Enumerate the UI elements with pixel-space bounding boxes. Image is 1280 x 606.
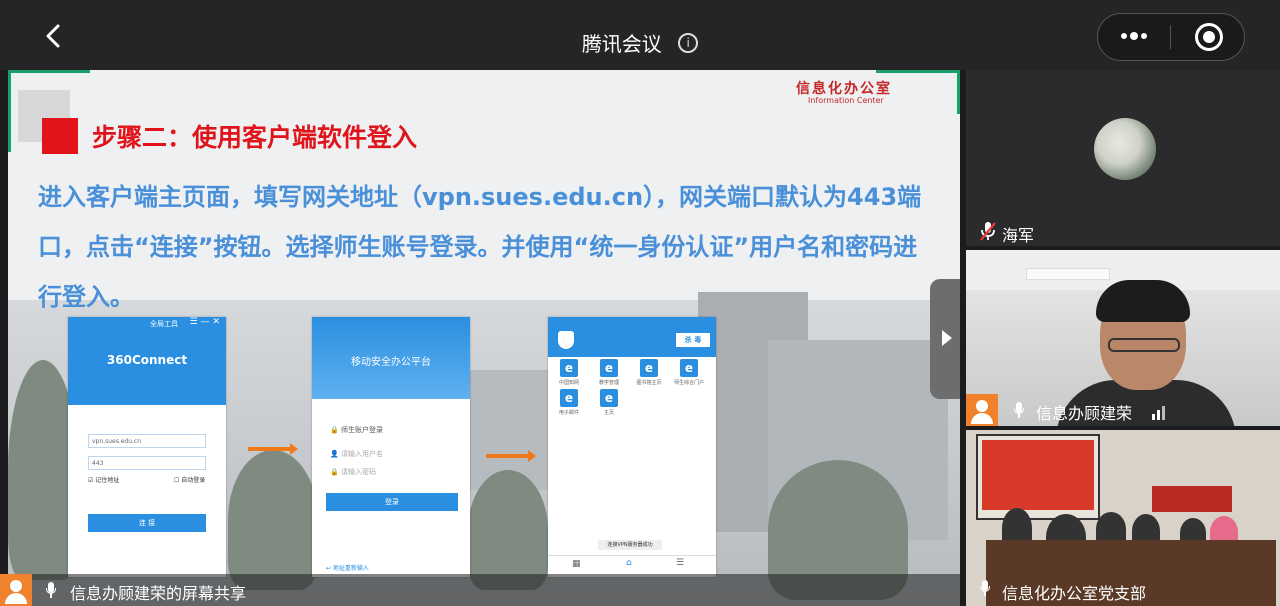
shared-screen: 信息化办公室 Information Center 步骤二：使用客户端软件登入 … (8, 70, 960, 606)
account-login-label: 师生账户登录 (340, 426, 383, 434)
app-tile: e 教学管理 (594, 359, 624, 386)
slide-paragraph: 进入客户端主页面，填写网关地址（vpn.sues.edu.cn），网关端口默认为… (38, 183, 922, 311)
home-icon: ⌂ (626, 558, 632, 568)
arrow-icon (486, 450, 536, 462)
decorative-red-square (42, 118, 78, 154)
ceiling-light (1026, 268, 1110, 280)
participant-name: 信息化办公室党支部 (1002, 584, 1147, 603)
username-field: 👤 请输入用户名 (330, 450, 383, 458)
remember-checkbox: ☑ 记住地址 (88, 477, 120, 484)
app-label: 师生综合门户 (674, 380, 705, 386)
slide-step-title: 步骤二：使用客户端软件登入 (92, 123, 418, 152)
edge-icon: e (680, 359, 698, 377)
screenshot-360connect: 全局工具 ☰ — ✕ 360Connect vpn.sues.edu.cn 44… (68, 317, 226, 577)
slide-logo: 信息化办公室 (796, 81, 892, 97)
slide-logo-en: Information Center (808, 96, 884, 105)
edge-icon: e (600, 389, 618, 407)
gateway-field: vpn.sues.edu.cn (88, 434, 206, 448)
mic-icon (46, 582, 56, 598)
connect-toast: 连接VPN服务器成功 (598, 540, 662, 550)
antivirus-button: 杀 毒 (676, 333, 710, 347)
screenshot-login: 移动安全办公平台 🔒 师生账户登录 👤 请输入用户名 🔒 请输入密码 登录 ↩ … (312, 317, 470, 577)
window-title: 全局工具 (150, 320, 178, 328)
account-login-row: 🔒 师生账户登录 (330, 426, 383, 434)
brand-logo: 360Connect (106, 353, 188, 367)
more-dots-icon[interactable] (1118, 26, 1150, 46)
mic-muted-icon (980, 222, 996, 241)
tree-image (228, 450, 318, 590)
mini-program-capsule (1097, 13, 1245, 61)
edge-icon: e (600, 359, 618, 377)
platform-title: 移动安全办公平台 (351, 357, 431, 368)
info-icon[interactable]: i (678, 32, 699, 53)
address-reset-link: ↩ 地址重新输入 (326, 565, 369, 572)
projected-slide (982, 440, 1094, 510)
avatar-icon (0, 574, 32, 606)
share-caption: 信息办顾建荣的屏幕共享 (70, 584, 247, 603)
app-label: 图书馆主页 (636, 380, 662, 386)
password-placeholder: 请输入密码 (340, 468, 376, 476)
port-field: 443 (88, 456, 206, 470)
login-button: 登录 (326, 493, 458, 511)
slide-corner-line (876, 70, 960, 73)
edge-icon: e (560, 359, 578, 377)
screenshot-vpn-home: 杀 毒 e 中国知网 e 教学管理 e 图书馆主页 e 师生综合门户 e 电子邮件 e 主页… (548, 317, 716, 577)
signal-bars-icon (1152, 404, 1168, 420)
person-hair (1096, 280, 1190, 322)
password-field: 🔒 请输入密码 (330, 468, 376, 476)
participant-name: 海军 (1002, 226, 1035, 245)
panel-collapse-toggle[interactable] (930, 279, 960, 399)
app-tile: e 师生综合门户 (674, 359, 704, 386)
room-banner (1152, 486, 1232, 512)
capsule-divider (1170, 25, 1171, 49)
slide-corner-line (8, 70, 90, 73)
app-tile: e 电子邮件 (554, 389, 584, 416)
meeting-room-screen (976, 434, 1100, 520)
share-caption-bar: 信息办顾建荣的屏幕共享 (0, 574, 960, 606)
slide-corner-line (957, 70, 960, 114)
remember-label: 记住地址 (95, 477, 120, 484)
meeting-title: 腾讯会议 i (0, 28, 1280, 57)
window-controls: ☰ — ✕ (189, 317, 220, 327)
record-icon[interactable] (1195, 23, 1223, 51)
slide-corner-line (8, 70, 11, 152)
person-glasses (1108, 338, 1180, 352)
top-bar: 腾讯会议 i (0, 0, 1280, 70)
arrow-icon (248, 443, 298, 455)
shield-icon (558, 331, 574, 349)
participant-name: 信息办顾建荣 (1036, 404, 1133, 423)
app-tile: e 中国知网 (554, 359, 584, 386)
app-label: 电子邮件 (558, 410, 579, 416)
grid-icon: ▦ (572, 559, 581, 569)
app-tile: e 主页 (594, 389, 624, 416)
auto-login-label: 自动登录 (181, 477, 206, 484)
app-tile: e 图书馆主页 (634, 359, 664, 386)
edge-icon: e (560, 389, 578, 407)
app-label: 主页 (603, 410, 614, 416)
list-icon: ☰ (676, 558, 685, 568)
participant-tile[interactable]: 海军 (966, 70, 1280, 246)
avatar-icon (966, 394, 998, 426)
participant-tile[interactable]: 信息办顾建荣 (966, 250, 1280, 426)
app-title: 腾讯会议 (581, 32, 662, 56)
app-label: 中国知网 (558, 380, 579, 386)
mic-icon (980, 580, 990, 596)
edge-icon: e (640, 359, 658, 377)
username-placeholder: 请输入用户名 (340, 450, 383, 458)
connect-button: 连 接 (88, 514, 206, 532)
auto-login-checkbox: ☐ 自动登录 (174, 477, 206, 484)
participant-tile[interactable]: 信息化办公室党支部 (966, 430, 1280, 606)
tree-image (468, 470, 548, 590)
mic-icon (1014, 402, 1024, 418)
avatar (1094, 118, 1156, 180)
app-label: 教学管理 (598, 380, 619, 386)
